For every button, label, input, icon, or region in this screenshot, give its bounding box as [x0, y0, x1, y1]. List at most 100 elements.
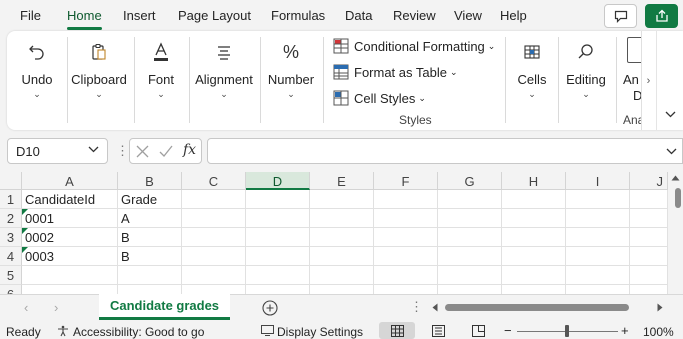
formula-input[interactable] [207, 138, 683, 164]
cell-styles-button[interactable]: Cell Styles ⌄ [333, 88, 426, 108]
cell-h4[interactable] [502, 247, 566, 266]
row-header-4[interactable]: 4 [0, 247, 22, 266]
cell-b5[interactable] [118, 266, 182, 285]
cells-group[interactable]: Cells ⌄ [511, 31, 553, 130]
chevron-down-icon[interactable] [666, 148, 677, 155]
cell-g4[interactable] [438, 247, 502, 266]
row-header-6[interactable]: 6 [0, 285, 22, 294]
menu-file[interactable]: File [20, 8, 41, 23]
cell-a2[interactable]: 0001 [22, 209, 118, 228]
cell-g1[interactable] [438, 190, 502, 209]
menu-help[interactable]: Help [500, 8, 527, 23]
zoom-in-icon[interactable]: + [621, 323, 629, 338]
cell-i6[interactable] [566, 285, 630, 294]
scroll-up-icon[interactable] [671, 175, 680, 181]
zoom-slider-thumb[interactable] [565, 325, 569, 337]
cell-c1[interactable] [182, 190, 246, 209]
cell-b2[interactable]: A [118, 209, 182, 228]
scroll-left-icon[interactable] [432, 303, 438, 312]
previous-sheet-icon[interactable]: ‹ [24, 300, 28, 315]
menu-insert[interactable]: Insert [123, 8, 156, 23]
menu-formulas[interactable]: Formulas [271, 8, 325, 23]
cell-d4[interactable] [246, 247, 310, 266]
font-group[interactable]: Font ⌄ [138, 31, 184, 130]
cell-b3[interactable]: B [118, 228, 182, 247]
zoom-out-icon[interactable]: − [504, 323, 512, 338]
cell-j4[interactable] [630, 247, 668, 266]
cell-b1[interactable]: Grade [118, 190, 182, 209]
cell-b6[interactable] [118, 285, 182, 294]
cell-e2[interactable] [310, 209, 374, 228]
cell-c5[interactable] [182, 266, 246, 285]
column-header-f[interactable]: F [374, 172, 438, 190]
column-header-j[interactable]: J [630, 172, 668, 190]
cell-b4[interactable]: B [118, 247, 182, 266]
cell-a4[interactable]: 0003 [22, 247, 118, 266]
cell-d1[interactable] [246, 190, 310, 209]
menu-data[interactable]: Data [345, 8, 372, 23]
page-layout-view-button[interactable] [420, 322, 456, 339]
cell-g6[interactable] [438, 285, 502, 294]
page-break-view-button[interactable] [460, 322, 496, 339]
column-header-e[interactable]: E [310, 172, 374, 190]
cell-g2[interactable] [438, 209, 502, 228]
cell-j1[interactable] [630, 190, 668, 209]
cell-j5[interactable] [630, 266, 668, 285]
cell-e6[interactable] [310, 285, 374, 294]
collapse-ribbon-button[interactable] [656, 31, 683, 130]
cell-a3[interactable]: 0002 [22, 228, 118, 247]
row-header-1[interactable]: 1 [0, 190, 22, 209]
cell-j3[interactable] [630, 228, 668, 247]
cell-i1[interactable] [566, 190, 630, 209]
cell-c3[interactable] [182, 228, 246, 247]
cell-i3[interactable] [566, 228, 630, 247]
cell-i5[interactable] [566, 266, 630, 285]
cell-j2[interactable] [630, 209, 668, 228]
column-header-a[interactable]: A [22, 172, 118, 190]
menu-page-layout[interactable]: Page Layout [178, 8, 251, 23]
row-header-5[interactable]: 5 [0, 266, 22, 285]
accessibility-status[interactable]: Accessibility: Good to go [73, 325, 204, 339]
insert-function-icon[interactable]: fx [183, 142, 196, 158]
sheet-tab-candidate-grades[interactable]: Candidate grades [99, 294, 230, 320]
cell-d5[interactable] [246, 266, 310, 285]
menu-view[interactable]: View [454, 8, 482, 23]
zoom-level[interactable]: 100% [643, 325, 674, 339]
cell-i2[interactable] [566, 209, 630, 228]
editing-group[interactable]: Editing ⌄ [560, 31, 612, 130]
vertical-scrollbar-thumb[interactable] [675, 188, 681, 208]
cell-f6[interactable] [374, 285, 438, 294]
cell-c6[interactable] [182, 285, 246, 294]
comments-button[interactable] [604, 4, 637, 28]
row-header-3[interactable]: 3 [0, 228, 22, 247]
row-header-2[interactable]: 2 [0, 209, 22, 228]
scroll-right-icon[interactable] [657, 303, 663, 312]
alignment-group[interactable]: Alignment ⌄ [192, 31, 256, 130]
cell-c4[interactable] [182, 247, 246, 266]
cell-h1[interactable] [502, 190, 566, 209]
cell-h3[interactable] [502, 228, 566, 247]
display-settings-button[interactable]: Display Settings [277, 325, 363, 339]
cell-d6[interactable] [246, 285, 310, 294]
cell-f2[interactable] [374, 209, 438, 228]
cell-f3[interactable] [374, 228, 438, 247]
cell-f5[interactable] [374, 266, 438, 285]
conditional-formatting-button[interactable]: Conditional Formatting ⌄ [333, 36, 495, 56]
cell-h2[interactable] [502, 209, 566, 228]
more-icon[interactable]: ⋮ [410, 299, 423, 315]
cancel-icon[interactable] [136, 145, 149, 158]
cell-i4[interactable] [566, 247, 630, 266]
add-sheet-icon[interactable] [262, 300, 278, 316]
name-box[interactable]: D10 [7, 138, 108, 164]
horizontal-scrollbar-thumb[interactable] [445, 304, 629, 311]
column-header-b[interactable]: B [118, 172, 182, 190]
share-button[interactable] [645, 4, 678, 28]
column-header-c[interactable]: C [182, 172, 246, 190]
cell-f1[interactable] [374, 190, 438, 209]
cell-a1[interactable]: CandidateId [22, 190, 118, 209]
cell-d3[interactable] [246, 228, 310, 247]
cell-j6[interactable] [630, 285, 668, 294]
cell-g5[interactable] [438, 266, 502, 285]
cell-e4[interactable] [310, 247, 374, 266]
cell-a5[interactable] [22, 266, 118, 285]
